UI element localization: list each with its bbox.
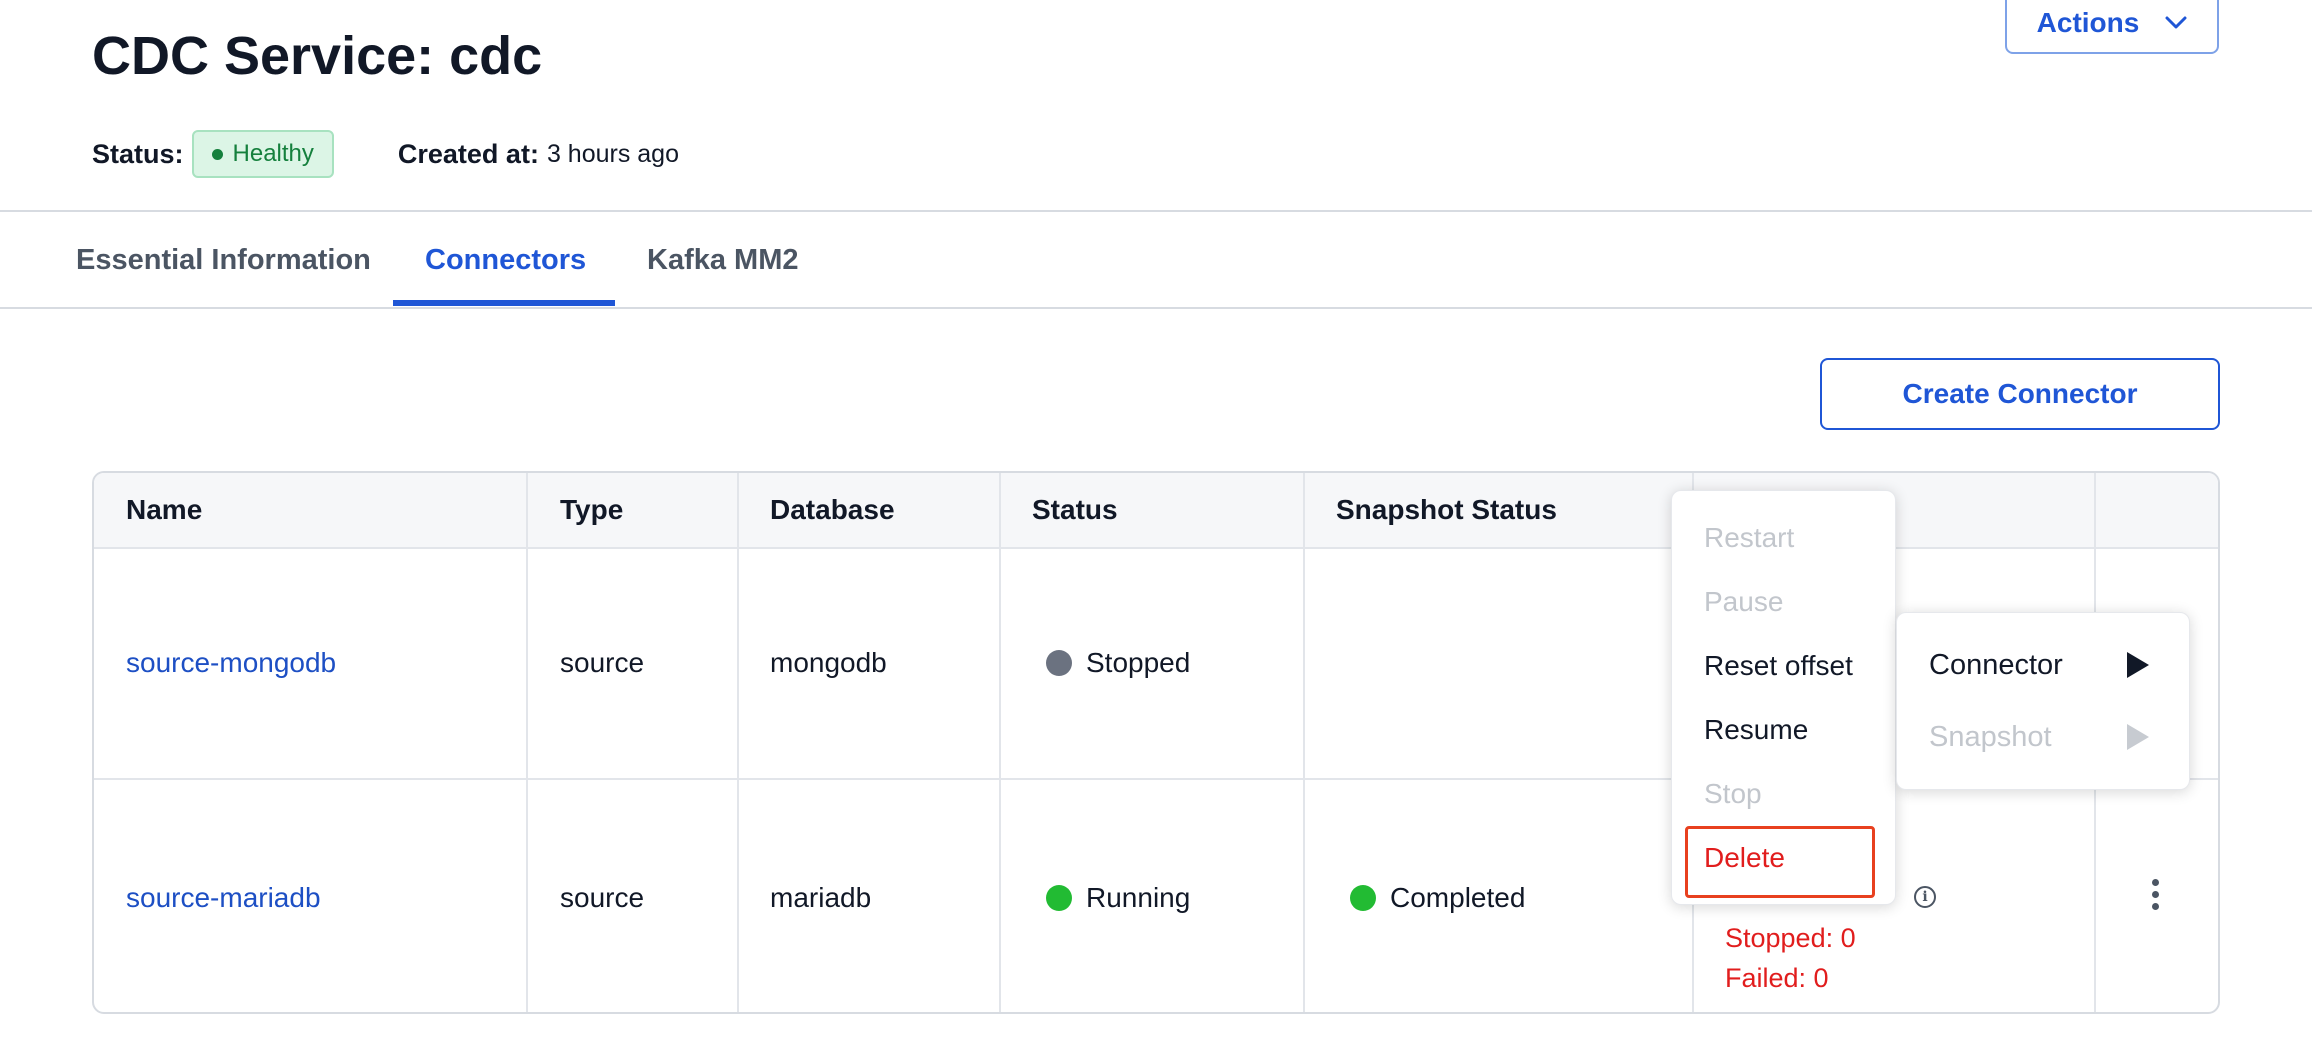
- connector-status: Running: [1046, 878, 1190, 918]
- column-divider: [737, 473, 739, 1012]
- connector-name-link[interactable]: source-mongodb: [126, 643, 336, 683]
- submenu-item-label: Snapshot: [1929, 720, 2052, 753]
- reset-offset-submenu: Connector Snapshot: [1896, 612, 2190, 790]
- page-title: CDC Service: cdc: [92, 26, 543, 86]
- row-actions-kebab-icon[interactable]: [2144, 875, 2167, 914]
- menu-item-stop: Stop: [1704, 778, 1762, 809]
- tab-essential-information[interactable]: Essential Information: [76, 236, 371, 284]
- play-arrow-icon: [2127, 652, 2149, 678]
- status-dot-icon: [211, 148, 223, 160]
- column-divider: [999, 473, 1001, 1012]
- chevron-down-icon: [2165, 16, 2187, 29]
- tab-connectors[interactable]: Connectors: [425, 236, 586, 284]
- status-badge: Healthy: [191, 130, 334, 178]
- connector-type: source: [560, 882, 645, 913]
- tab-kafka-mm2[interactable]: Kafka MM2: [647, 236, 799, 284]
- connector-database: mongodb: [770, 647, 887, 678]
- submenu-item-connector[interactable]: Connector: [1897, 635, 2189, 695]
- status-badge-text: Healthy: [232, 140, 314, 167]
- connector-status: Stopped: [1046, 643, 1190, 683]
- play-arrow-icon: [2127, 724, 2149, 750]
- column-header-name: Name: [126, 494, 203, 525]
- tabs-divider: [0, 307, 2312, 309]
- status-label: Status:: [92, 138, 184, 169]
- stopped-dot-icon: [1046, 650, 1072, 676]
- created-at: Created at: 3 hours ago: [398, 139, 679, 170]
- menu-item-reset-offset[interactable]: Reset offset: [1672, 646, 1895, 686]
- header-divider: [0, 210, 2312, 212]
- actions-button[interactable]: Actions: [2005, 0, 2219, 54]
- menu-item-resume[interactable]: Resume: [1672, 710, 1895, 750]
- column-header-type: Type: [560, 494, 624, 525]
- delete-highlight-box: [1685, 826, 1875, 898]
- connector-type: source: [560, 647, 645, 678]
- info-icon[interactable]: i: [1914, 886, 1936, 908]
- column-header-snapshot-status: Snapshot Status: [1336, 494, 1557, 525]
- menu-item-restart: Restart: [1704, 522, 1795, 553]
- created-label: Created at:: [397, 138, 539, 169]
- completed-dot-icon: [1350, 885, 1376, 911]
- column-header-database: Database: [770, 494, 895, 525]
- connector-status-text: Stopped: [1086, 647, 1191, 678]
- column-header-status: Status: [1032, 494, 1118, 525]
- connector-name-link[interactable]: source-mariadb: [126, 878, 321, 918]
- created-value: 3 hours ago: [546, 139, 679, 168]
- actions-label: Actions: [2036, 7, 2140, 38]
- menu-item-pause: Pause: [1704, 586, 1784, 617]
- connector-status-text: Running: [1086, 882, 1191, 913]
- tasks-stopped-count: Stopped: 0: [1725, 923, 1856, 953]
- active-tab-indicator: [393, 300, 615, 306]
- create-connector-button[interactable]: Create Connector: [1820, 358, 2220, 430]
- snapshot-status: Completed: [1350, 878, 1525, 918]
- submenu-item-label: Connector: [1929, 648, 2063, 681]
- service-meta: Status: Healthy Created at: 3 hours ago: [92, 130, 679, 178]
- table-header: [94, 473, 2218, 549]
- snapshot-status-text: Completed: [1390, 882, 1526, 913]
- submenu-item-snapshot: Snapshot: [1897, 707, 2189, 767]
- tasks-failed-count: Failed: 0: [1725, 963, 1829, 993]
- running-dot-icon: [1046, 885, 1072, 911]
- connector-database: mariadb: [770, 882, 872, 913]
- column-divider: [526, 473, 528, 1012]
- column-divider: [1303, 473, 1305, 1012]
